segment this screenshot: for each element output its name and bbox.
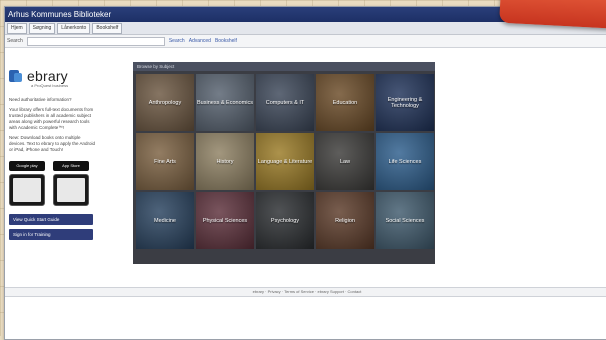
subject-tile[interactable]: History: [196, 133, 254, 190]
subject-tile-label: Engineering & Technology: [387, 96, 423, 109]
sidebar-description: Your library offers full-text documents …: [9, 107, 94, 130]
sidebar: ebrary a ProQuest business Need authorit…: [9, 65, 121, 240]
subject-tile-label: Language & Literature: [257, 158, 313, 165]
subject-tile[interactable]: Medicine: [136, 192, 194, 249]
logo-text: ebrary: [27, 68, 68, 84]
android-phone-image: [9, 174, 45, 206]
subject-tile-label: Law: [339, 158, 351, 165]
device-images: [9, 174, 121, 206]
subject-tile-label: Business & Economics: [197, 99, 253, 106]
subject-tile[interactable]: Life Sciences: [376, 133, 434, 190]
app-store-badge[interactable]: App Store: [53, 161, 89, 171]
toolbar: Hjem Søgning Lånerkonto Bookshelf: [5, 22, 606, 35]
subject-tile[interactable]: Physical Sciences: [196, 192, 254, 249]
quick-start-guide-button[interactable]: View Quick Start Guide: [9, 214, 93, 225]
subject-tile[interactable]: Law: [316, 133, 374, 190]
subject-tile-label: Fine Arts: [154, 158, 176, 165]
subject-tile-label: Life Sciences: [388, 158, 422, 165]
toolbar-button-home[interactable]: Hjem: [7, 22, 27, 34]
app-store-badges: Google play App Store: [9, 161, 121, 171]
subject-tile-label: Medicine: [153, 217, 176, 224]
search-button[interactable]: Search: [169, 38, 185, 44]
subject-browse-panel: Browse by Subject Anthropology Business &…: [133, 62, 435, 264]
ebrary-logo-icon: [9, 69, 23, 83]
subject-tile[interactable]: Fine Arts: [136, 133, 194, 190]
logo-subtitle: a ProQuest business: [31, 83, 69, 88]
subject-tile-label: Education: [332, 99, 358, 106]
bookshelf-link[interactable]: Bookshelf: [215, 38, 237, 44]
subject-tile[interactable]: Language & Literature: [256, 133, 314, 190]
subject-tile[interactable]: Anthropology: [136, 74, 194, 131]
subject-tile-label: History: [216, 158, 234, 165]
search-bar: Search Search Advanced Bookshelf: [5, 35, 606, 48]
panel-heading: Browse by Subject: [133, 62, 435, 71]
toolbar-button-account[interactable]: Lånerkonto: [57, 22, 91, 34]
training-signin-button[interactable]: Sign in for Training: [9, 229, 93, 240]
sidebar-heading: Need authoritative information?: [9, 97, 72, 102]
subject-tile[interactable]: Psychology: [256, 192, 314, 249]
sidebar-new-text[interactable]: New: Download books onto multiple device…: [9, 135, 95, 153]
subject-tile-label: Anthropology: [148, 99, 182, 106]
subject-grid: Anthropology Business & Economics Computer…: [133, 71, 435, 249]
page-footer: ebrary · Privacy · Terms of Service · eb…: [5, 287, 606, 297]
toolbar-button-search[interactable]: Søgning: [28, 22, 56, 34]
subject-tile[interactable]: Business & Economics: [196, 74, 254, 131]
search-input[interactable]: [26, 36, 165, 46]
subject-tile[interactable]: Education: [316, 74, 374, 131]
subject-tile-label: Physical Sciences: [202, 217, 248, 224]
subject-tile-label: Psychology: [270, 217, 300, 224]
subject-tile[interactable]: Computers & IT: [256, 74, 314, 131]
search-label: Search: [7, 38, 23, 44]
browser-window: Arhus Kommunes Biblioteker Hjem Søgning …: [4, 6, 606, 340]
subject-tile-label: Social Sciences: [385, 217, 425, 224]
subject-tile[interactable]: Engineering & Technology: [376, 74, 434, 131]
iphone-image: [53, 174, 89, 206]
subject-tile-label: Computers & IT: [265, 99, 305, 106]
subject-tile-label: Religion: [335, 217, 355, 224]
google-play-badge[interactable]: Google play: [9, 161, 45, 171]
subject-tile[interactable]: Social Sciences: [376, 192, 434, 249]
toolbar-button-bookshelf[interactable]: Bookshelf: [92, 22, 123, 34]
subject-tile[interactable]: Religion: [316, 192, 374, 249]
advanced-search-link[interactable]: Advanced: [189, 38, 211, 44]
